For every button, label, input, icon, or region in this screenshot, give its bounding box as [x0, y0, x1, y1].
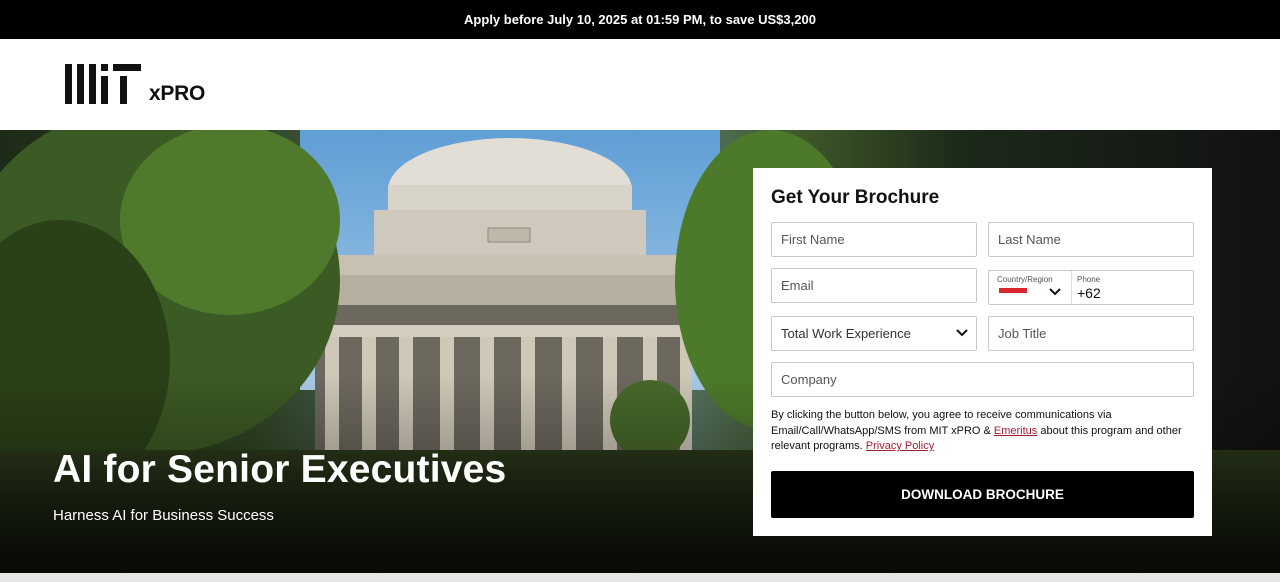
site-header: xPRO	[0, 39, 1280, 130]
email-placeholder: Email	[781, 278, 814, 293]
download-brochure-button[interactable]: DOWNLOAD BROCHURE	[771, 471, 1194, 518]
job-title-field[interactable]: Job Title	[988, 316, 1194, 351]
page-bottom-strip	[0, 573, 1280, 582]
phone-input[interactable]: +62	[1077, 285, 1101, 301]
first-name-field[interactable]: First Name	[771, 222, 977, 257]
indonesia-flag-icon	[999, 288, 1027, 297]
consent-text: By clicking the button below, you agree …	[771, 408, 1191, 455]
company-field[interactable]: Company	[771, 362, 1194, 397]
first-name-placeholder: First Name	[781, 232, 845, 247]
chevron-down-icon	[956, 329, 968, 337]
form-title: Get Your Brochure	[771, 187, 940, 208]
country-label: Country/Region	[997, 275, 1053, 284]
privacy-policy-link[interactable]: Privacy Policy	[866, 440, 934, 452]
chevron-down-icon	[1049, 288, 1061, 296]
last-name-placeholder: Last Name	[998, 232, 1061, 247]
phone-label: Phone	[1077, 275, 1101, 284]
job-title-placeholder: Job Title	[998, 326, 1047, 341]
logo-xpro-text: xPRO	[149, 82, 205, 105]
phone-field-group: Country/Region Phone +62	[988, 270, 1194, 305]
mit-logo-mark	[65, 64, 141, 104]
work-experience-value: Total Work Experience	[781, 326, 911, 341]
email-field[interactable]: Email	[771, 268, 977, 303]
brochure-form: Get Your Brochure First Name Last Name E…	[753, 168, 1212, 536]
work-experience-select[interactable]: Total Work Experience	[771, 316, 977, 351]
last-name-field[interactable]: Last Name	[988, 222, 1194, 257]
mit-xpro-logo[interactable]: xPRO	[65, 64, 205, 104]
hero-subtitle: Harness AI for Business Success	[53, 507, 274, 524]
country-code-select[interactable]: Country/Region	[989, 271, 1072, 304]
hero-title: AI for Senior Executives	[53, 448, 507, 491]
promo-banner-text: Apply before July 10, 2025 at 01:59 PM, …	[464, 12, 816, 27]
company-placeholder: Company	[781, 372, 837, 387]
promo-banner: Apply before July 10, 2025 at 01:59 PM, …	[0, 0, 1280, 39]
emeritus-link[interactable]: Emeritus	[994, 425, 1037, 437]
